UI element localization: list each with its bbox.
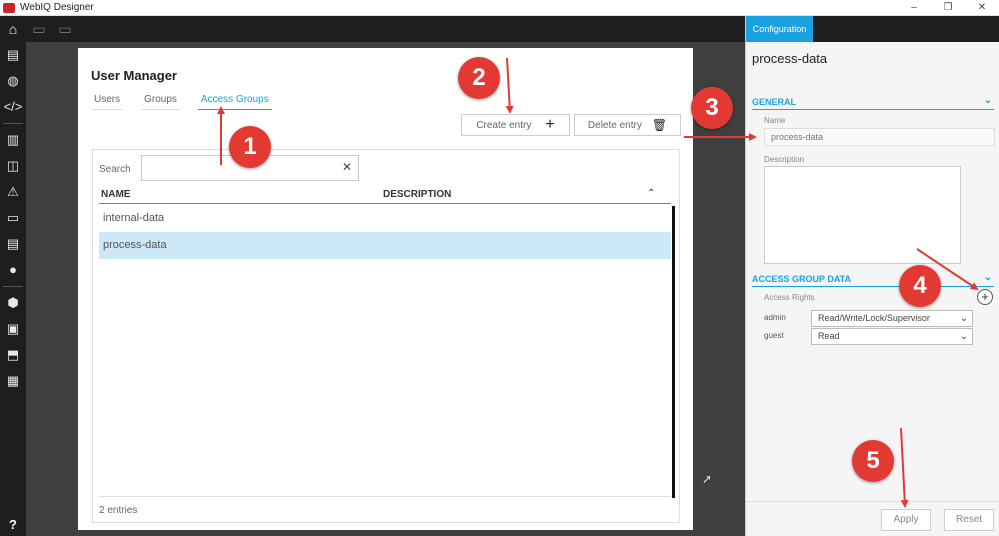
- callout-2: 2: [458, 57, 500, 99]
- access-groups-list: Search ✕ NAME DESCRIPTION ⌃ internal-dat…: [92, 149, 680, 523]
- callout-3: 3: [691, 87, 733, 129]
- left-sidebar: ▤ ◍ </> ▥ ◫ ⚠ ▭ ▤ ● ⬢ ▣ ⬒ ▦ ?: [0, 42, 26, 536]
- header-divider: [99, 203, 671, 204]
- callout-4: 4: [899, 265, 941, 307]
- search-label: Search: [99, 164, 131, 175]
- home-icon[interactable]: ⌂: [0, 16, 26, 42]
- top-toolbar: ⌂ ▭ ▭: [0, 16, 745, 42]
- recipe-icon[interactable]: ▭: [0, 205, 26, 231]
- create-entry-label: Create entry: [476, 119, 532, 131]
- guest-rights-select[interactable]: Read ⌄: [811, 328, 973, 345]
- tab-access-groups[interactable]: Access Groups: [197, 94, 272, 110]
- trash-icon: 🗑: [651, 118, 668, 132]
- create-entry-button[interactable]: Create entry +: [461, 114, 570, 136]
- user-label-admin: admin: [764, 313, 786, 322]
- code-icon[interactable]: </>: [0, 94, 26, 120]
- reset-button[interactable]: Reset: [944, 509, 994, 531]
- description-field[interactable]: [764, 166, 961, 264]
- layout-icon[interactable]: ▤: [0, 42, 26, 68]
- callout-1: 1: [229, 126, 271, 168]
- config-footer-divider: [746, 501, 999, 502]
- sort-icon[interactable]: ⌃: [647, 188, 655, 199]
- trend-icon[interactable]: ◫: [0, 153, 26, 179]
- config-tab-bar: Configuration: [746, 16, 999, 42]
- app-logo: [3, 2, 15, 13]
- apply-button[interactable]: Apply: [881, 509, 931, 531]
- entry-count: 2 entries: [99, 505, 138, 516]
- workspace-canvas: User Manager Users Groups Access Groups …: [26, 42, 745, 536]
- footer-divider: [99, 496, 671, 497]
- chevron-down-icon: ⌄: [983, 272, 992, 283]
- access-group-section-header[interactable]: ACCESS GROUP DATA ⌄: [752, 272, 994, 287]
- select-value: Read/Write/Lock/Supervisor: [818, 313, 930, 323]
- plus-icon: +: [545, 116, 555, 133]
- select-value: Read: [818, 331, 840, 341]
- config-title: process-data: [752, 51, 828, 66]
- paste-icon[interactable]: ▭: [52, 16, 78, 42]
- row-name: process-data: [103, 239, 167, 251]
- alarm-icon[interactable]: ⚠: [0, 179, 26, 205]
- name-label: Name: [764, 116, 786, 125]
- sidebar-divider: [3, 123, 23, 124]
- list-scrollbar[interactable]: [672, 206, 675, 498]
- grid-icon[interactable]: ▦: [0, 368, 26, 394]
- log-icon[interactable]: ▤: [0, 231, 26, 257]
- monitor-icon[interactable]: ▣: [0, 316, 26, 342]
- column-header-name[interactable]: NAME: [101, 189, 130, 200]
- row-name: internal-data: [103, 212, 165, 224]
- chevron-down-icon: ⌄: [959, 313, 968, 324]
- description-label: Description: [764, 155, 805, 164]
- access-group-heading: ACCESS GROUP DATA: [752, 274, 852, 284]
- user-label-guest: guest: [764, 331, 784, 340]
- help-icon[interactable]: ?: [0, 517, 26, 532]
- tab-users[interactable]: Users: [91, 94, 124, 110]
- chevron-down-icon: ⌄: [983, 95, 992, 106]
- tab-bar: Users Groups Access Groups: [91, 94, 290, 110]
- general-heading: GENERAL: [752, 97, 797, 107]
- window-titlebar: WebIQ Designer – ❐ ✕: [0, 0, 999, 16]
- name-field[interactable]: [764, 128, 995, 146]
- delete-entry-label: Delete entry: [587, 119, 642, 131]
- access-rights-label: Access Rights: [764, 293, 815, 302]
- add-right-button[interactable]: +: [977, 289, 993, 305]
- minimize-button[interactable]: –: [897, 0, 931, 16]
- general-section-header[interactable]: GENERAL ⌄: [752, 95, 994, 110]
- globe-icon[interactable]: ◍: [0, 68, 26, 94]
- copy-icon[interactable]: ▭: [26, 16, 52, 42]
- user-icon[interactable]: ●: [0, 257, 26, 283]
- maximize-button[interactable]: ❐: [931, 0, 965, 16]
- tab-groups[interactable]: Groups: [141, 94, 180, 110]
- mouse-cursor-icon: ➚: [702, 472, 713, 486]
- delete-entry-button[interactable]: Delete entry 🗑: [574, 114, 681, 136]
- chevron-down-icon: ⌄: [959, 331, 968, 342]
- column-header-description[interactable]: DESCRIPTION: [383, 189, 451, 200]
- admin-rights-select[interactable]: Read/Write/Lock/Supervisor ⌄: [811, 310, 973, 327]
- table-row[interactable]: internal-data: [99, 205, 671, 232]
- window-controls: – ❐ ✕: [897, 0, 999, 16]
- package-icon[interactable]: ⬢: [0, 290, 26, 316]
- callout-5: 5: [852, 440, 894, 482]
- page-title: User Manager: [91, 68, 177, 83]
- export-icon[interactable]: ⬒: [0, 342, 26, 368]
- tab-configuration[interactable]: Configuration: [746, 16, 813, 42]
- widgets-icon[interactable]: ▥: [0, 127, 26, 153]
- close-button[interactable]: ✕: [965, 0, 999, 16]
- table-row-selected[interactable]: process-data: [99, 232, 671, 259]
- window-title: WebIQ Designer: [20, 2, 94, 13]
- sidebar-divider: [3, 286, 23, 287]
- user-manager-panel: User Manager Users Groups Access Groups …: [78, 48, 693, 530]
- clear-search-icon[interactable]: ✕: [342, 160, 352, 174]
